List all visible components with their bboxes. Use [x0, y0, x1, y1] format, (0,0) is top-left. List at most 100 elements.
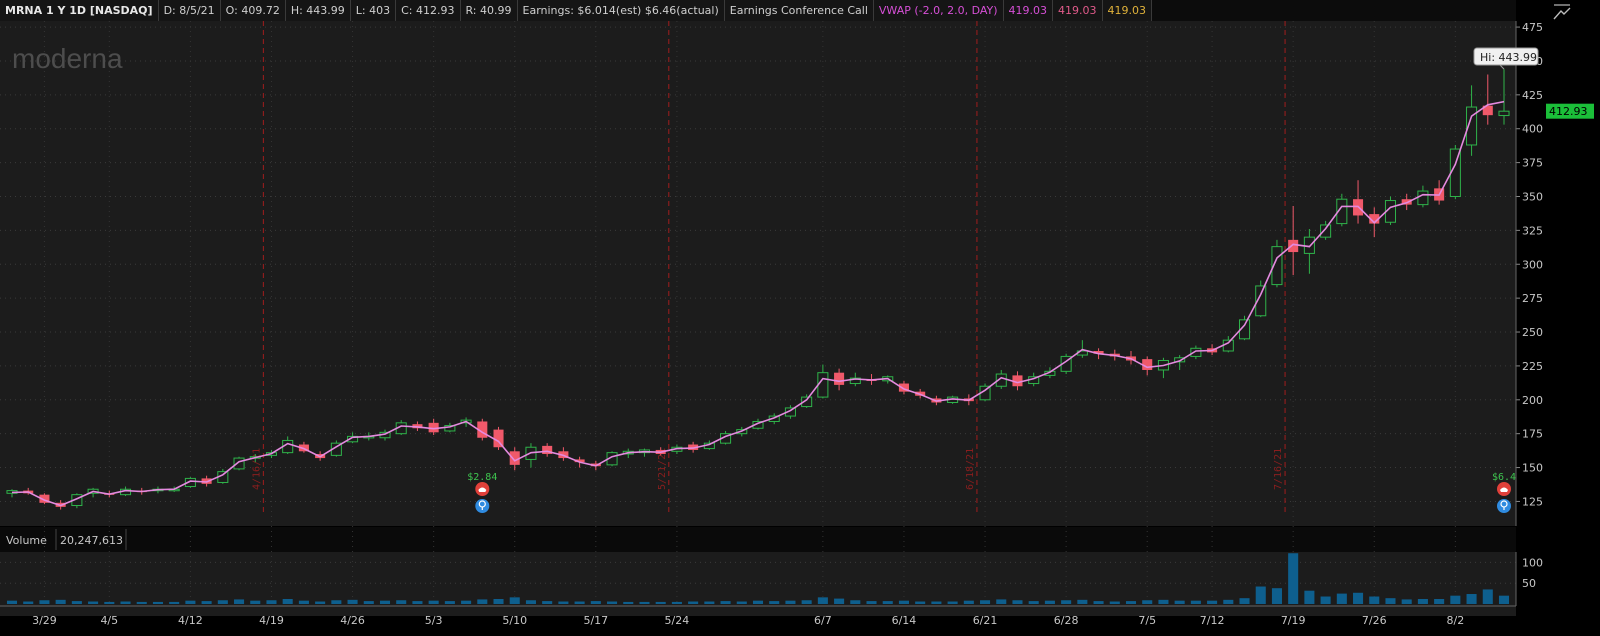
price-tick-label: 250 — [1522, 326, 1543, 339]
volume-bar — [963, 600, 974, 604]
volume-bar — [574, 601, 585, 604]
price-tick-label: 275 — [1522, 292, 1543, 305]
volume-axis: 50 100 — [1515, 552, 1543, 606]
volume-bar — [1158, 599, 1169, 604]
price-chart[interactable]: 4/16/21 5/21/21 6/18/21 7/16/21 moderna 125… — [0, 0, 1600, 636]
volume-bar — [882, 601, 893, 604]
volume-bar — [1125, 601, 1137, 604]
date-tick-label: 4/12 — [178, 614, 203, 627]
price-tick-label: 475 — [1522, 21, 1543, 34]
price-tick-label: 400 — [1522, 123, 1543, 136]
price-tick-label: 300 — [1522, 258, 1543, 271]
high-marker-label: Hi: 443.99 — [1480, 51, 1537, 64]
volume-bar — [1320, 596, 1331, 604]
candle-body-up[interactable] — [1498, 110, 1510, 117]
price-axis[interactable]: 125 150 175 200 225 250 275 300 325 350 375 400 425 4… — [1515, 21, 1543, 526]
volume-bar — [931, 601, 942, 604]
volume-bar — [980, 600, 991, 604]
volume-bar — [347, 599, 358, 604]
price-tick-label: 125 — [1522, 495, 1543, 508]
candle-body-down[interactable] — [1288, 239, 1299, 253]
volume-bar — [834, 598, 845, 604]
volume-bar — [1353, 592, 1364, 604]
price-tick-label: 425 — [1522, 89, 1543, 102]
volume-bar — [1061, 600, 1072, 604]
price-tick-label: 375 — [1522, 157, 1543, 170]
volume-bar — [655, 601, 666, 604]
candle-body-down[interactable] — [834, 372, 845, 385]
volume-bar — [1028, 601, 1039, 604]
volume-bar — [120, 601, 131, 604]
candle-body-up[interactable] — [1303, 236, 1315, 254]
volume-bar — [298, 600, 309, 604]
date-tick-label: 5/3 — [425, 614, 443, 627]
volume-bar — [1369, 596, 1380, 604]
volume-bar — [104, 601, 115, 604]
date-tick-label: 5/10 — [502, 614, 527, 627]
volume-bar — [396, 600, 407, 604]
date-tick-label: 4/5 — [100, 614, 118, 627]
volume-bar — [266, 600, 277, 604]
date-tick-label: 6/21 — [973, 614, 998, 627]
volume-bar — [688, 601, 699, 604]
volume-bar — [1450, 595, 1461, 604]
volume-bar — [234, 599, 245, 604]
volume-label: Volume — [6, 534, 47, 547]
volume-bar — [1336, 593, 1347, 604]
volume-bar — [752, 600, 764, 604]
candle-body-up[interactable] — [817, 372, 829, 398]
volume-tick-label: 100 — [1522, 556, 1543, 569]
volume-bar — [461, 600, 472, 604]
volume-bar — [769, 601, 780, 604]
volume-bar — [250, 600, 261, 604]
date-tick-label: 4/19 — [259, 614, 284, 627]
date-tick-label: 7/19 — [1281, 614, 1306, 627]
date-tick-label: 5/24 — [665, 614, 690, 627]
volume-bar — [1077, 599, 1088, 604]
date-tick-label: 5/17 — [583, 614, 608, 627]
volume-bar — [736, 601, 747, 604]
date-tick-label: 3/29 — [32, 614, 57, 627]
volume-bar — [1223, 599, 1234, 604]
volume-bar — [493, 599, 504, 604]
volume-bar — [542, 601, 553, 604]
volume-bar — [509, 597, 520, 604]
volume-bar — [1271, 588, 1282, 604]
volume-bar — [558, 601, 569, 604]
date-tick-label: 8/2 — [1446, 614, 1464, 627]
volume-bar — [850, 600, 861, 604]
candle-body-up[interactable] — [1417, 190, 1429, 206]
volume-bar — [282, 599, 293, 604]
price-panel-bg — [0, 21, 1516, 526]
period-marker-label: 5/21/21 — [657, 448, 668, 490]
volume-bar — [817, 597, 828, 604]
volume-bar — [671, 601, 682, 604]
volume-tick-label: 50 — [1522, 577, 1536, 590]
volume-bar — [428, 600, 439, 604]
volume-bar — [866, 601, 877, 604]
volume-bar — [607, 601, 618, 604]
volume-bar — [1385, 598, 1396, 604]
price-tick-label: 150 — [1522, 462, 1543, 475]
date-tick-label: 7/26 — [1362, 614, 1387, 627]
period-marker-label: 4/16/21 — [251, 448, 262, 490]
date-tick-label: 7/5 — [1138, 614, 1156, 627]
volume-bar — [152, 601, 163, 604]
volume-bar — [315, 601, 326, 604]
volume-bar — [1466, 594, 1477, 604]
volume-bar — [1288, 553, 1299, 604]
volume-bar — [704, 601, 715, 604]
volume-bar — [1304, 590, 1315, 604]
price-tick-label: 225 — [1522, 360, 1543, 373]
volume-bar — [1174, 600, 1185, 604]
earnings-value-label: $6.4 — [1492, 472, 1516, 483]
candle-body-up[interactable] — [1320, 224, 1332, 238]
candle-body-down[interactable] — [509, 451, 520, 465]
date-tick-label: 7/12 — [1200, 614, 1225, 627]
volume-bar — [590, 601, 601, 604]
period-marker-label: 7/16/21 — [1273, 448, 1284, 490]
volume-bar — [444, 601, 455, 604]
volume-bar — [1482, 589, 1493, 604]
volume-bar — [915, 601, 926, 604]
volume-bar — [185, 600, 196, 604]
